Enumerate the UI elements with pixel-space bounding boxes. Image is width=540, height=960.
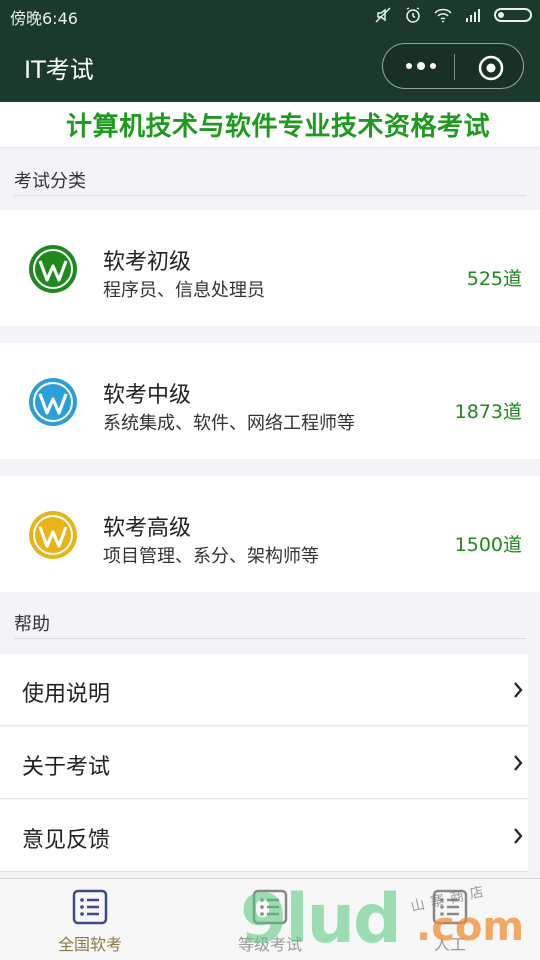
alarm-icon xyxy=(406,7,420,23)
question-count: 1873道 xyxy=(454,401,522,423)
tab-label: 全国软考 xyxy=(57,935,122,954)
chevron-right-icon xyxy=(514,755,523,771)
status-bar: 傍晚6:46 xyxy=(0,0,540,30)
mini-program-capsule xyxy=(382,43,524,89)
section-divider xyxy=(14,195,526,196)
help-item-instructions[interactable]: 使用说明 xyxy=(0,654,528,726)
capsule-divider xyxy=(454,54,455,80)
list-icon xyxy=(432,889,468,925)
exam-card-senior[interactable]: 软考高级 项目管理、系分、架构师等 1500道 xyxy=(0,476,540,592)
exam-desc: 系统集成、软件、网络工程师等 xyxy=(103,413,355,434)
tab-label: 等级考试 xyxy=(237,935,302,954)
exam-name: 软考高级 xyxy=(103,516,192,541)
wordpress-logo-icon xyxy=(29,245,77,293)
status-time: 傍晚6:46 xyxy=(10,9,78,28)
title-bar: 傍晚6:46 IT考试 xyxy=(0,0,540,102)
bottom-tab-bar: 全国软考 等级考试 人工 xyxy=(0,878,540,960)
wordpress-logo-icon xyxy=(29,378,77,426)
exam-name: 软考初级 xyxy=(103,250,192,275)
help-item-label: 关于考试 xyxy=(22,755,111,780)
exam-card-junior[interactable]: 软考初级 程序员、信息处理员 525道 xyxy=(0,210,540,326)
section-title-category: 考试分类 xyxy=(14,171,86,192)
chevron-right-icon xyxy=(514,828,523,844)
question-count: 1500道 xyxy=(454,534,522,556)
mute-icon xyxy=(375,7,391,23)
wordpress-logo-icon xyxy=(29,511,77,559)
banner-text: 计算机技术与软件专业技术资格考试 xyxy=(65,112,490,142)
exam-desc: 程序员、信息处理员 xyxy=(103,280,265,301)
app-title: IT考试 xyxy=(24,56,94,84)
list-icon xyxy=(72,889,108,925)
battery-icon xyxy=(494,8,532,22)
help-item-feedback[interactable]: 意见反馈 xyxy=(0,800,528,872)
help-item-label: 使用说明 xyxy=(22,682,111,707)
tab-grade-exam[interactable]: 等级考试 xyxy=(180,879,360,960)
tab-manual[interactable]: 人工 xyxy=(360,879,540,960)
exam-desc: 项目管理、系分、架构师等 xyxy=(103,546,319,567)
help-item-about-exam[interactable]: 关于考试 xyxy=(0,727,528,799)
status-icons xyxy=(374,6,532,24)
section-title-help: 帮助 xyxy=(14,614,50,635)
exam-card-intermediate[interactable]: 软考中级 系统集成、软件、网络工程师等 1873道 xyxy=(0,343,540,459)
more-icon[interactable] xyxy=(401,54,441,78)
tab-national-exam[interactable]: 全国软考 xyxy=(0,879,180,960)
signal-icon xyxy=(466,9,480,22)
wifi-icon xyxy=(434,8,452,23)
chevron-right-icon xyxy=(514,682,523,698)
close-mini-program-icon[interactable] xyxy=(477,54,505,82)
exam-name: 软考中级 xyxy=(103,383,192,408)
page-banner: 计算机技术与软件专业技术资格考试 xyxy=(0,102,540,148)
list-icon xyxy=(252,889,288,925)
help-item-label: 意见反馈 xyxy=(22,828,111,853)
tab-label: 人工 xyxy=(433,935,466,954)
section-divider xyxy=(14,638,526,639)
question-count: 525道 xyxy=(466,268,522,290)
